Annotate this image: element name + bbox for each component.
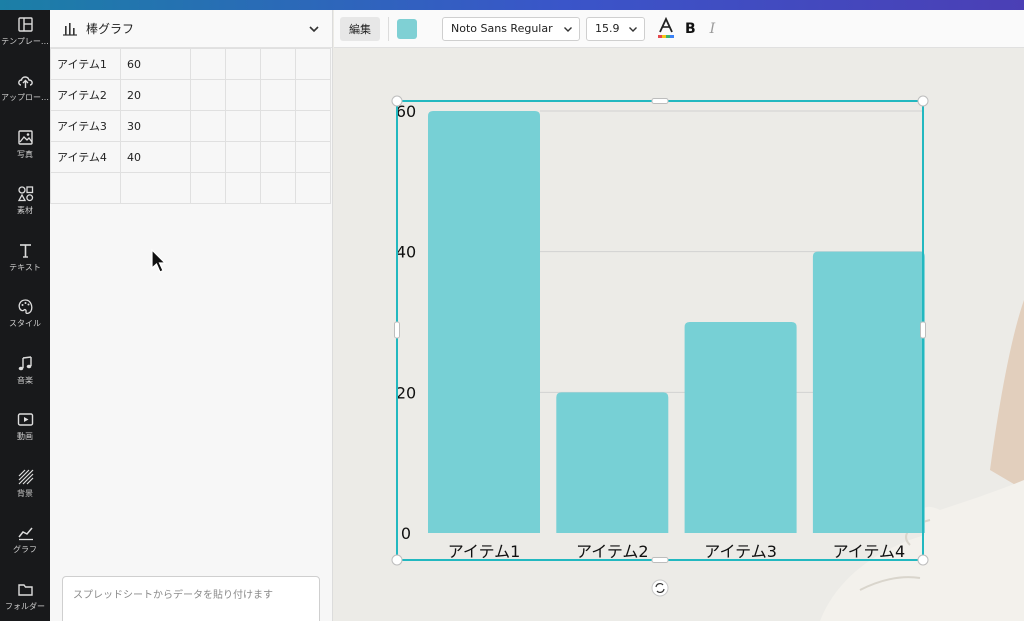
x-tick-label: アイテム1 xyxy=(448,542,521,561)
x-tick-label: アイテム3 xyxy=(704,542,777,561)
x-tick-label: アイテム2 xyxy=(576,542,649,561)
bar-1 xyxy=(428,111,540,533)
bar-3 xyxy=(684,322,797,533)
resize-handle[interactable] xyxy=(917,95,929,107)
resize-handle[interactable] xyxy=(391,95,403,107)
bar-4 xyxy=(812,251,925,533)
bar-2 xyxy=(556,392,669,533)
bar-chart[interactable]: 0204060アイテム1 アイテム2 アイテム3 アイテム4 xyxy=(0,0,1024,621)
resize-handle[interactable] xyxy=(651,557,669,563)
resize-handle[interactable] xyxy=(917,554,929,566)
rotate-icon[interactable] xyxy=(651,579,669,597)
y-tick-label: 20 xyxy=(396,383,416,402)
y-tick-label: 0 xyxy=(401,524,411,543)
y-tick-label: 40 xyxy=(396,243,416,262)
resize-handle[interactable] xyxy=(391,554,403,566)
resize-handle[interactable] xyxy=(651,98,669,104)
x-tick-label: アイテム4 xyxy=(833,542,906,561)
resize-handle[interactable] xyxy=(920,321,926,339)
resize-handle[interactable] xyxy=(394,321,400,339)
